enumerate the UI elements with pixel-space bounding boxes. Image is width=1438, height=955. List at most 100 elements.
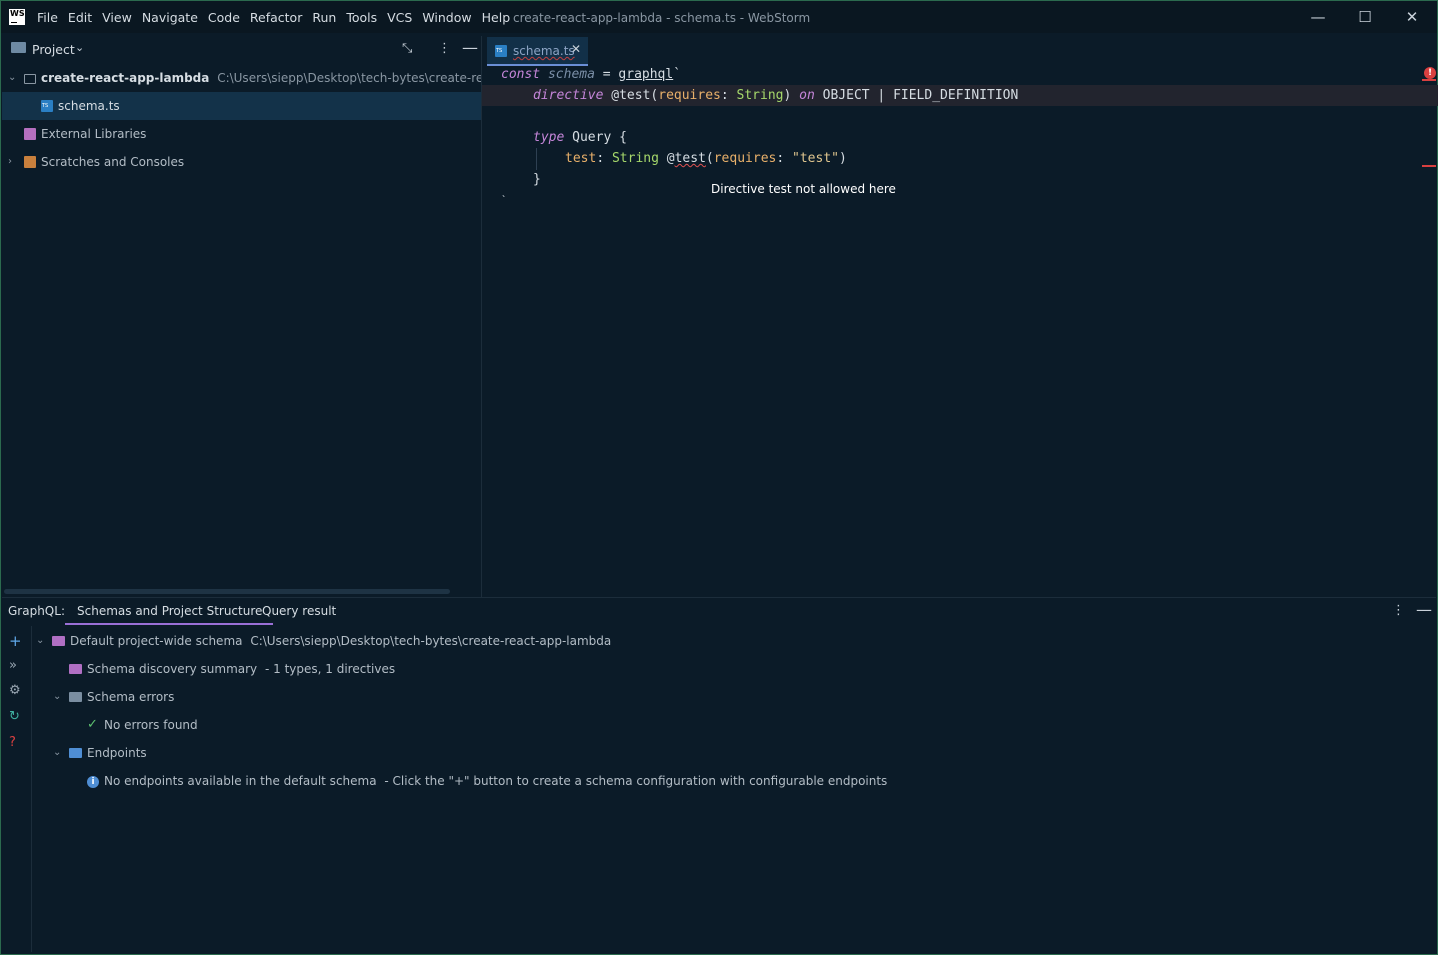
close-button[interactable]: ✕ xyxy=(1400,7,1424,27)
menu-code[interactable]: Code xyxy=(208,10,247,25)
graphql-label: GraphQL: xyxy=(8,604,65,618)
operator-equals: = xyxy=(602,67,611,82)
tab-query-result[interactable]: Query result xyxy=(262,604,336,618)
info-icon: i xyxy=(87,775,99,788)
colon: : xyxy=(776,151,793,166)
tree-row-no-endpoints[interactable]: i No endpoints available in the default … xyxy=(36,767,936,795)
help-icon[interactable]: ? xyxy=(9,735,16,750)
colon: : xyxy=(720,88,737,103)
discovery-label: Schema discovery summary xyxy=(87,662,258,676)
more-options-icon[interactable]: ⋮ xyxy=(438,41,451,56)
expand-icon[interactable]: » xyxy=(9,658,17,673)
checkmark-icon: ✓ xyxy=(87,717,98,732)
tree-row-endpoints[interactable]: ⌄ Endpoints xyxy=(36,739,336,767)
code-line-6: } xyxy=(482,169,1438,190)
chevron-right-icon[interactable]: › xyxy=(8,148,12,176)
keyword-directive: directive xyxy=(533,88,604,103)
close-tab-icon[interactable]: ✕ xyxy=(571,42,581,56)
tree-row-schema-errors[interactable]: ⌄ Schema errors xyxy=(36,683,336,711)
typescript-file-icon xyxy=(495,45,507,57)
code-line-2: directive @test(requires: String) on OBJ… xyxy=(482,85,1438,106)
endpoints-folder-icon xyxy=(69,748,82,758)
tree-row-no-errors[interactable]: ✓ No errors found xyxy=(36,711,336,739)
menu-file[interactable]: File xyxy=(37,10,65,25)
file-name: schema.ts xyxy=(58,99,120,113)
typescript-file-icon xyxy=(41,100,53,112)
chevron-down-icon[interactable]: ⌄ xyxy=(53,739,61,767)
at-sign: @ xyxy=(666,151,675,166)
directive-name: @test( xyxy=(611,88,659,103)
main-menu: File Edit View Navigate Code Refactor Ru… xyxy=(37,10,520,25)
collapse-all-icon[interactable]: ⤡ xyxy=(402,41,412,56)
error-indicator-icon[interactable]: ! xyxy=(1424,67,1436,79)
type-string: String xyxy=(736,88,784,103)
code-line-7: ` xyxy=(482,190,1438,211)
endpoints-label: Endpoints xyxy=(87,746,147,760)
project-horizontal-scrollbar[interactable] xyxy=(4,589,450,594)
root-path: C:\Users\siepp\Desktop\tech-bytes\create… xyxy=(217,71,481,85)
scratches-label: Scratches and Consoles xyxy=(41,155,185,169)
hide-panel-icon[interactable]: — xyxy=(462,38,478,57)
chevron-down-icon[interactable]: ⌄ xyxy=(8,64,16,92)
folder-icon xyxy=(69,692,82,702)
tab-schemas[interactable]: Schemas and Project Structure xyxy=(65,604,274,625)
menu-navigate[interactable]: Navigate xyxy=(142,10,205,25)
chevron-down-icon[interactable]: ⌄ xyxy=(75,41,84,54)
error-stripe-marker[interactable] xyxy=(1422,79,1436,81)
project-title[interactable]: Project xyxy=(32,42,75,57)
webstorm-logo-icon: WS xyxy=(9,9,25,25)
graphql-toolbar: + » ⚙ ↻ ? xyxy=(2,626,32,952)
hide-panel-icon[interactable]: — xyxy=(1416,600,1432,619)
directive-locations: OBJECT | FIELD_DEFINITION xyxy=(822,88,1019,103)
module-folder-icon xyxy=(24,74,36,84)
menu-view[interactable]: View xyxy=(102,10,139,25)
code-line-4: type Query { xyxy=(482,127,1438,148)
error-directive-test: test xyxy=(674,151,706,166)
tree-row-root[interactable]: ⌄ create-react-app-lambda C:\Users\siepp… xyxy=(2,64,481,92)
schema-path: C:\Users\siepp\Desktop\tech-bytes\create… xyxy=(250,634,612,648)
project-folder-icon xyxy=(11,42,26,53)
argument-requires: requires xyxy=(713,151,777,166)
error-stripe-marker[interactable] xyxy=(1422,165,1436,167)
refresh-icon[interactable]: ↻ xyxy=(9,709,20,724)
scratches-icon xyxy=(24,156,36,168)
menu-tools[interactable]: Tools xyxy=(346,10,384,25)
tree-row-discovery[interactable]: Schema discovery summary - 1 types, 1 di… xyxy=(36,655,636,683)
menu-vcs[interactable]: VCS xyxy=(387,10,419,25)
chevron-down-icon[interactable]: ⌄ xyxy=(53,683,61,711)
settings-gear-icon[interactable]: ⚙ xyxy=(9,683,21,698)
argument-requires: requires xyxy=(658,88,721,103)
logo-text: WS xyxy=(10,9,25,18)
no-endpoints-label: No endpoints available in the default sc… xyxy=(104,774,377,788)
discovery-detail: - 1 types, 1 directives xyxy=(265,662,396,676)
menu-refactor[interactable]: Refactor xyxy=(250,10,309,25)
title-bar: WS File Edit View Navigate Code Refactor… xyxy=(1,1,1437,33)
menu-edit[interactable]: Edit xyxy=(68,10,99,25)
more-options-icon[interactable]: ⋮ xyxy=(1392,603,1405,618)
menu-help[interactable]: Help xyxy=(482,10,518,25)
tree-row-external-libraries[interactable]: External Libraries xyxy=(2,120,481,148)
menu-window[interactable]: Window xyxy=(422,10,478,25)
panel-divider[interactable] xyxy=(481,36,482,597)
paren-close: ) xyxy=(838,151,847,166)
window-title: create-react-app-lambda - schema.ts - We… xyxy=(513,11,811,25)
schema-name: Default project-wide schema xyxy=(70,634,243,648)
tree-row-scratches[interactable]: › Scratches and Consoles xyxy=(2,148,481,176)
chevron-down-icon[interactable]: ⌄ xyxy=(36,627,44,655)
menu-run[interactable]: Run xyxy=(312,10,343,25)
paren-close: ) xyxy=(783,88,792,103)
tree-row-schema-file[interactable]: schema.ts xyxy=(2,92,481,120)
discovery-folder-icon xyxy=(69,664,82,674)
keyword-on: on xyxy=(799,88,815,103)
maximize-button[interactable]: ☐ xyxy=(1353,7,1377,27)
type-string: String xyxy=(611,151,659,166)
field-test: test xyxy=(565,151,597,166)
tab-schema-ts[interactable]: schema.ts ✕ xyxy=(487,37,588,66)
code-line-5: test: String @test(requires: "test") xyxy=(482,148,1438,169)
add-icon[interactable]: + xyxy=(9,632,22,650)
no-endpoints-hint: - Click the "+" button to create a schem… xyxy=(384,774,888,788)
indent-guide xyxy=(536,148,537,170)
minimize-button[interactable]: — xyxy=(1306,7,1330,27)
no-errors-label: No errors found xyxy=(104,718,198,732)
schema-errors-label: Schema errors xyxy=(87,690,175,704)
